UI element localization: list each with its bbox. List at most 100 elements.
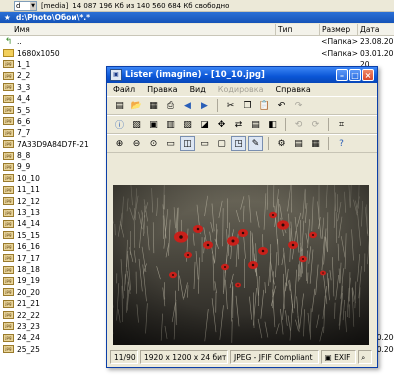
close-button[interactable]: ×	[362, 69, 374, 81]
menu-item[interactable]: Правка	[147, 85, 177, 94]
actual-size-icon[interactable]: ▭	[163, 136, 178, 151]
file-name: 16_16	[17, 242, 40, 252]
minimize-button[interactable]: –	[336, 69, 348, 81]
jpg-icon: jpg	[3, 208, 14, 217]
file-size: <Папка>	[321, 37, 358, 47]
file-name: 9_9	[17, 162, 31, 172]
zoom-fit-icon[interactable]: ⊙	[146, 136, 161, 151]
file-name: 21_21	[17, 299, 40, 309]
file-name: 25_25	[17, 344, 40, 354]
jpg-icon: jpg	[3, 94, 14, 103]
column-header-type[interactable]: Тип	[276, 24, 320, 35]
new-window-icon[interactable]: ▤	[112, 98, 127, 113]
convert-icon[interactable]: ⇄	[231, 117, 246, 132]
brush-icon[interactable]: ✎	[248, 136, 263, 151]
file-name: 15_15	[17, 230, 40, 240]
fit-image-icon[interactable]: ◳	[231, 136, 246, 151]
jpg-icon: jpg	[3, 197, 14, 206]
plugins-icon[interactable]: ▤	[291, 136, 306, 151]
file-name: 14_14	[17, 219, 40, 229]
file-name: ..	[17, 37, 22, 47]
exif-button[interactable]: ▣ EXIF	[320, 350, 357, 364]
options-icon[interactable]: ⚙	[274, 136, 289, 151]
jpg-icon: jpg	[3, 265, 14, 274]
slideshow-icon[interactable]: ▣	[146, 117, 161, 132]
image-dimensions: 1920 x 1200 x 24 бит	[140, 350, 228, 364]
lister-titlebar[interactable]: ▣ Lister (imagine) - [10_10.jpg] – □ ×	[107, 67, 377, 83]
zoom-search-icon[interactable]: ⌕	[358, 350, 372, 364]
info-icon[interactable]: ⓘ	[112, 117, 127, 132]
file-name: 1_1	[17, 59, 31, 69]
jpg-icon: jpg	[3, 162, 14, 171]
rotate-right-icon[interactable]: ⟳	[308, 117, 323, 132]
fit-width-icon[interactable]: ▭	[197, 136, 212, 151]
next-file-icon[interactable]: ▶	[197, 98, 212, 113]
image-viewer[interactable]	[113, 185, 369, 345]
jpg-icon: jpg	[3, 83, 14, 92]
copy-icon[interactable]: ❐	[240, 98, 255, 113]
file-name: 8_8	[17, 151, 31, 161]
menu-item[interactable]: Файл	[113, 85, 135, 94]
file-row[interactable]: 1680x1050 <Папка> 03.01.20	[0, 47, 394, 58]
column-header-date[interactable]: Дата	[358, 24, 394, 35]
thumbnails-icon[interactable]: ▧	[129, 117, 144, 132]
toolbar-row-3: ⊕ ⊖ ⊙ ▭ ◫ ▭ ▢ ◳ ✎ ⚙ ▤ ▦ ?	[107, 134, 377, 153]
rotate-left-icon[interactable]: ⟲	[291, 117, 306, 132]
compare-icon[interactable]: ◧	[265, 117, 280, 132]
lister-window: ▣ Lister (imagine) - [10_10.jpg] – □ × Ф…	[106, 66, 378, 368]
adjust-icon[interactable]: ◪	[197, 117, 212, 132]
jpg-icon: jpg	[3, 128, 14, 137]
transform-icon[interactable]: ✥	[214, 117, 229, 132]
star-icon[interactable]: ★	[4, 12, 11, 23]
drive-bar: d ▼ [media] 14 087 196 Кб из 140 560 684…	[0, 0, 394, 12]
previous-file-icon[interactable]: ◀	[180, 98, 195, 113]
jpg-icon: jpg	[3, 299, 14, 308]
file-name: 22_22	[17, 310, 40, 320]
help-icon[interactable]: ?	[334, 136, 349, 151]
jpg-icon: jpg	[3, 345, 14, 354]
redo-icon[interactable]: ↷	[291, 98, 306, 113]
open-file-icon[interactable]: 📂	[129, 98, 144, 113]
file-size: <Папка>	[321, 48, 358, 58]
file-date: 23.08.20	[360, 37, 394, 47]
jpg-icon: jpg	[3, 219, 14, 228]
print-icon[interactable]: ⎙	[163, 98, 178, 113]
file-name: 10_10	[17, 173, 40, 183]
menu-item[interactable]: Кодировка	[218, 85, 264, 94]
paste-icon[interactable]: 📋	[257, 98, 272, 113]
file-name: 20_20	[17, 287, 40, 297]
image-properties-icon[interactable]: ▨	[180, 117, 195, 132]
file-name: 1680x1050	[17, 48, 60, 58]
menu-item[interactable]: Вид	[190, 85, 206, 94]
jpg-icon: jpg	[3, 71, 14, 80]
file-name: 7_7	[17, 128, 31, 138]
column-header-name[interactable]: Имя	[0, 24, 276, 35]
maximize-button[interactable]: □	[349, 69, 361, 81]
zoom-in-icon[interactable]: ⊕	[112, 136, 127, 151]
current-path-bar[interactable]: ★ d:\Photo\Обои\*.*	[0, 12, 394, 23]
batch-icon[interactable]: ▤	[248, 117, 263, 132]
jpg-icon: jpg	[3, 333, 14, 342]
full-screen-icon[interactable]: ▢	[214, 136, 229, 151]
menu-item[interactable]: Справка	[276, 85, 311, 94]
undo-icon[interactable]: ↶	[274, 98, 289, 113]
current-path: d:\Photo\Обои\*.*	[16, 13, 91, 22]
save-icon[interactable]: ▦	[146, 98, 161, 113]
file-name: 3_3	[17, 82, 31, 92]
column-header-size[interactable]: Размер	[320, 24, 358, 35]
zoom-out-icon[interactable]: ⊖	[129, 136, 144, 151]
poppy-field-image	[113, 185, 369, 345]
file-name: 19_19	[17, 276, 40, 286]
cut-icon[interactable]: ✂	[223, 98, 238, 113]
column-headers: Имя Тип Размер Дата	[0, 24, 394, 36]
free-space-info: 14 087 196 Кб из 140 560 684 Кб свободно	[72, 1, 230, 10]
settings-icon[interactable]: ▦	[308, 136, 323, 151]
scan-icon[interactable]: ▥	[163, 117, 178, 132]
file-name: 4_4	[17, 94, 31, 104]
drive-selector[interactable]: d ▼	[14, 0, 37, 11]
file-row[interactable]: ↰.. <Папка> 23.08.20	[0, 36, 394, 47]
fit-window-icon[interactable]: ◫	[180, 136, 195, 151]
toolbar-row-1: ▤ 📂 ▦ ⎙ ◀ ▶ ✂ ❐ 📋 ↶ ↷	[107, 96, 377, 115]
file-name: 24_24	[17, 333, 40, 343]
crop-icon[interactable]: ⌗	[334, 117, 349, 132]
